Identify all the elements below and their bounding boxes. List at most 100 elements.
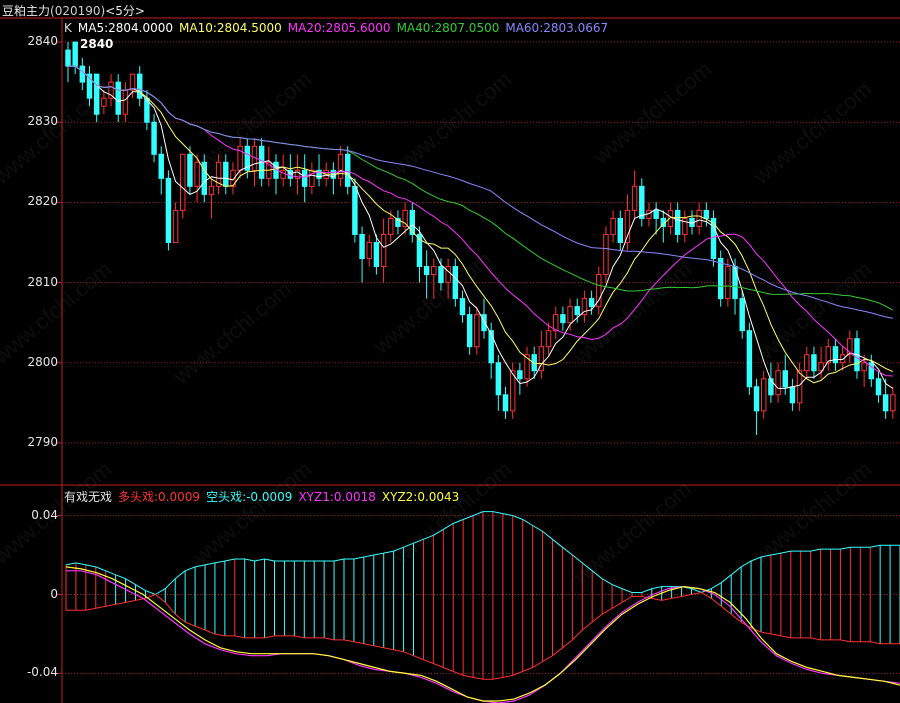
- candle-body: [452, 266, 459, 300]
- candle-body: [761, 378, 767, 412]
- candle-body: [79, 65, 86, 83]
- candle-body: [631, 185, 638, 211]
- candle-body: [431, 266, 437, 276]
- candle-body: [624, 209, 631, 243]
- indicator-legend-item: 空头戏:-0.0009: [206, 490, 293, 504]
- candle-body: [65, 49, 71, 67]
- candle-body: [674, 209, 681, 235]
- price-tick-label: 2790: [27, 434, 58, 449]
- ma-legend-item: MA10:2804.5000: [179, 21, 282, 35]
- candle-body: [545, 330, 552, 348]
- indicator-tick-label: 0: [50, 586, 58, 601]
- candle-body: [165, 177, 172, 243]
- candle-body: [373, 241, 380, 268]
- price-tick-label: 2810: [27, 274, 58, 289]
- indicator-tick-label: 0.04: [31, 507, 58, 522]
- candle-body: [703, 209, 710, 219]
- candle-body: [739, 298, 745, 332]
- candle-body: [115, 81, 121, 115]
- candle-body: [388, 217, 394, 235]
- high-price-label: 2840: [80, 37, 114, 51]
- price-tick-label: 2820: [27, 194, 58, 209]
- candle-body: [359, 233, 365, 260]
- ma-line-ma20: [68, 65, 893, 377]
- candle-body: [194, 161, 200, 187]
- candle-body: [732, 266, 738, 300]
- indicator-legend-item: 多头戏:0.0009: [118, 490, 201, 504]
- candle-body: [158, 153, 164, 179]
- candle-body: [445, 266, 451, 284]
- candle-body: [717, 258, 724, 300]
- candle-body: [337, 153, 344, 179]
- ma-line-ma10: [68, 65, 894, 384]
- candle-body: [725, 266, 731, 300]
- candle-body: [746, 330, 753, 388]
- ma-line-ma60: [68, 65, 893, 319]
- candle-body: [567, 306, 573, 324]
- candle-body: [553, 314, 559, 332]
- indicator-legend-item: XYZ1:0.0018: [298, 490, 376, 504]
- candle-body: [696, 209, 702, 227]
- ma-legend-item: MA40:2807.0500: [396, 21, 500, 35]
- candle-body: [560, 314, 566, 324]
- candle-body: [488, 330, 494, 364]
- chart-canvas[interactable]: [0, 0, 900, 703]
- candle-body: [380, 233, 387, 268]
- candle-body: [352, 185, 358, 235]
- candle-body: [804, 354, 810, 372]
- ma-legend-item: MA60:2803.0667: [505, 21, 609, 35]
- candle-body: [180, 153, 186, 211]
- candle-body: [789, 386, 796, 404]
- candle-body: [301, 169, 308, 187]
- candle-body: [208, 185, 215, 195]
- candle-body: [890, 394, 896, 412]
- candle-body: [775, 370, 781, 396]
- candle-body: [502, 394, 509, 412]
- candle-body: [517, 370, 523, 380]
- ma-legend-item: MA5:2804.0000: [77, 21, 174, 35]
- candle-body: [474, 314, 480, 348]
- candle-body: [423, 266, 430, 276]
- ma-line-ma40: [68, 65, 894, 311]
- indicator-tick-label: -0.04: [26, 665, 58, 680]
- ma-line-ma5: [68, 65, 894, 389]
- candle-body: [72, 41, 78, 67]
- candle-body: [101, 97, 107, 107]
- candle-body: [603, 233, 609, 276]
- upper-legend: K MA5:2804.0000 MA10:2804.5000 MA20:2805.60…: [64, 21, 620, 35]
- candle-body: [811, 354, 817, 372]
- candle-body: [280, 169, 286, 179]
- candle-body: [481, 314, 487, 332]
- candle-body: [753, 386, 760, 412]
- candle-body: [137, 73, 143, 99]
- candle-body: [172, 209, 179, 243]
- candle-body: [782, 370, 788, 388]
- candle-body: [438, 266, 444, 284]
- candle-body: [129, 73, 136, 91]
- candle-body: [345, 153, 351, 187]
- candle-body: [495, 362, 502, 396]
- price-tick-label: 2800: [27, 354, 58, 369]
- candle-body: [223, 161, 229, 187]
- candle-body: [882, 394, 889, 412]
- candle-body: [639, 185, 645, 219]
- candle-body: [459, 298, 466, 316]
- candle-body: [402, 209, 408, 227]
- indicator-legend-item: XYZ2:0.0043: [381, 490, 460, 504]
- candle-body: [588, 298, 595, 308]
- candle-body: [187, 153, 193, 187]
- candle-body: [653, 209, 659, 219]
- price-tick-label: 2840: [27, 34, 58, 49]
- candle-body: [151, 121, 157, 155]
- candle-body: [617, 217, 623, 243]
- candle-body: [768, 378, 774, 396]
- candle-body: [366, 241, 372, 260]
- candle-body: [875, 378, 882, 396]
- candle-body: [861, 362, 867, 372]
- candle-body: [122, 89, 129, 115]
- candle-body: [796, 370, 803, 404]
- candle-body: [574, 306, 580, 316]
- price-tick-label: 2830: [27, 114, 58, 129]
- candle-body: [93, 73, 100, 115]
- indicator-legend-item: 有戏无戏: [64, 490, 113, 504]
